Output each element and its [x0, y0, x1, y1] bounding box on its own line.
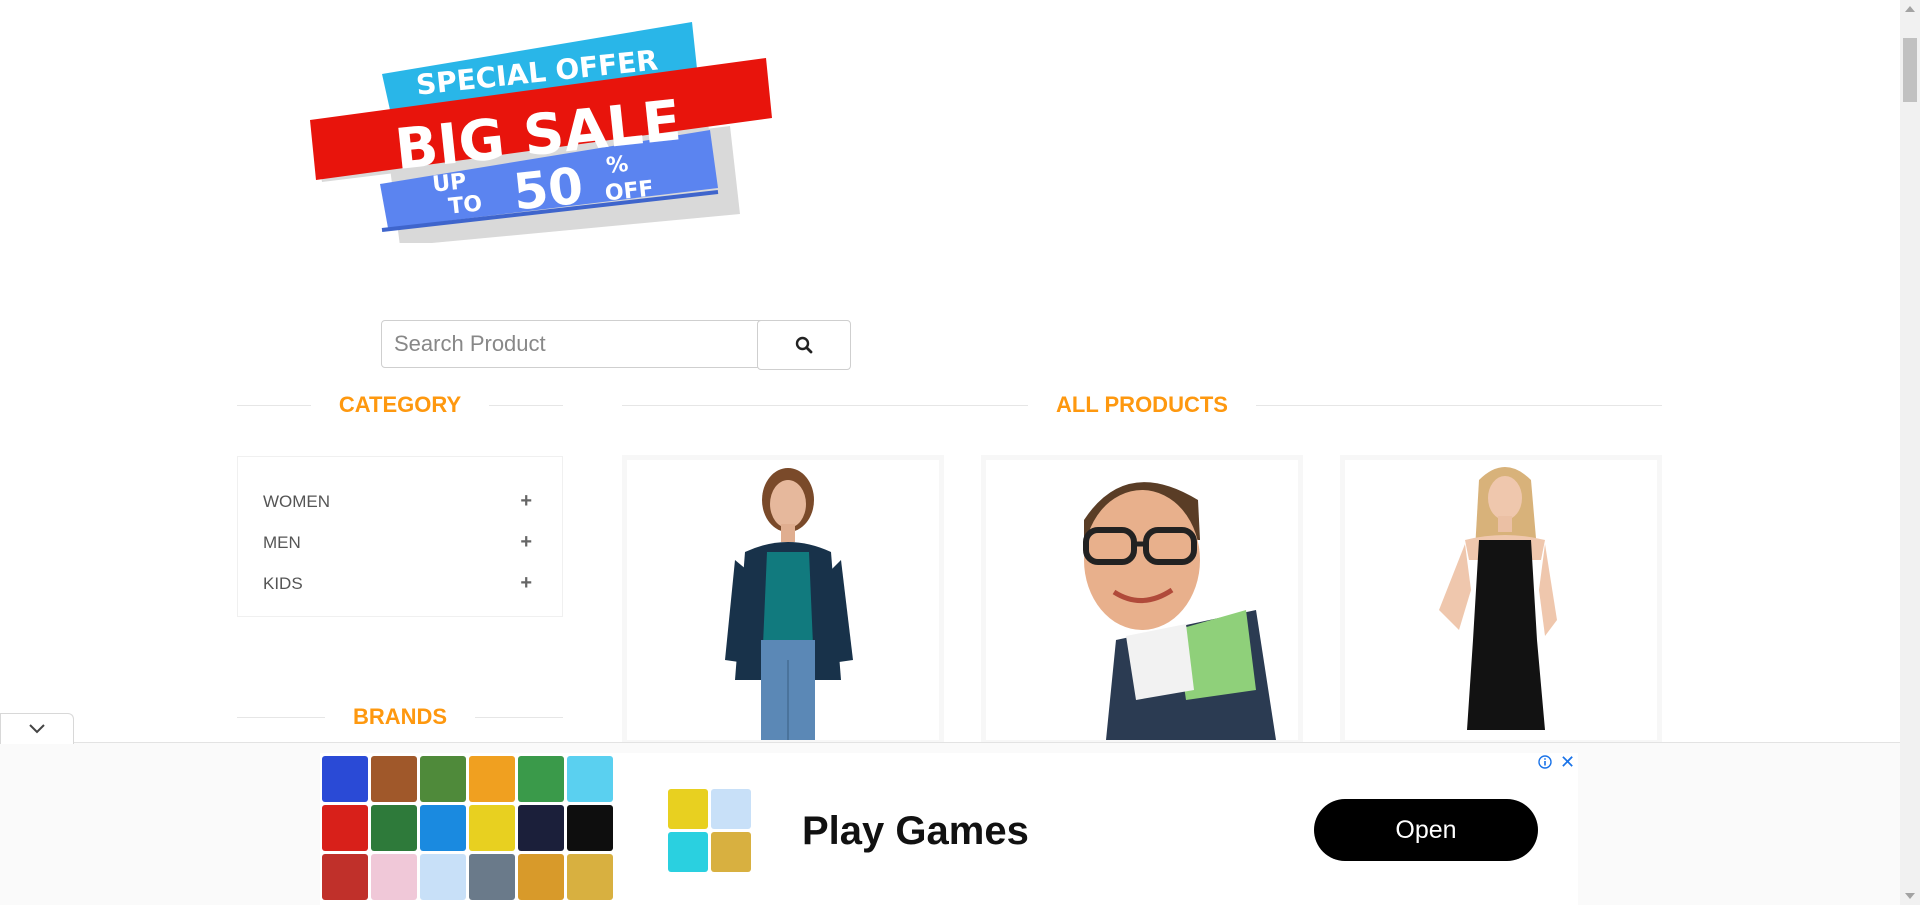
ad-content[interactable]: Play Games Open ✕ [320, 753, 1578, 905]
among-us-game-icon [322, 805, 368, 851]
monopoly-game-icon [371, 805, 417, 851]
game-icon-grid [322, 756, 616, 904]
princess-game-icon [567, 756, 613, 802]
tiles-game-icon [518, 805, 564, 851]
product-card[interactable] [1340, 455, 1662, 745]
elsa-game-icon [420, 854, 466, 900]
anime-game-icon [371, 854, 417, 900]
heading-divider [237, 404, 311, 406]
all-products-title: ALL PRODUCTS [1056, 392, 1228, 417]
pokeball-game-icon [322, 756, 368, 802]
plus-icon[interactable]: + [520, 572, 532, 595]
search-bar [381, 320, 851, 370]
puzzle-game-icon [711, 832, 751, 872]
category-label: KIDS [263, 573, 303, 593]
product-image [627, 460, 939, 740]
page-scrollbar[interactable] [1900, 0, 1920, 905]
chevron-down-icon [29, 724, 45, 734]
ad-headline: Play Games [802, 809, 1029, 853]
ad-collapse-button[interactable] [0, 713, 74, 744]
scroll-down-arrow-icon[interactable] [1905, 893, 1915, 899]
search-input[interactable] [381, 320, 763, 368]
puzzle-game-icon [567, 854, 613, 900]
heading-divider [489, 404, 564, 406]
category-label: MEN [263, 532, 301, 552]
plus-icon[interactable]: + [520, 531, 532, 554]
product-card[interactable] [622, 455, 944, 745]
page: SPECIAL OFFER BIG SALE UP TO 50 % OFF CA… [0, 0, 1900, 905]
virus-game-icon [668, 789, 708, 829]
elsa-game-icon [711, 789, 751, 829]
category-item-men[interactable]: MEN + [238, 522, 562, 563]
category-heading: CATEGORY [237, 392, 564, 418]
scroll-up-arrow-icon[interactable] [1905, 6, 1915, 12]
heading-divider [475, 716, 563, 718]
banner-off: OFF [604, 177, 655, 207]
virus-game-icon [469, 805, 515, 851]
clash-game-icon [518, 854, 564, 900]
category-item-women[interactable]: WOMEN + [238, 481, 562, 522]
plus-icon[interactable]: + [520, 490, 532, 513]
heading-divider [237, 716, 325, 718]
ad-banner: Play Games Open ✕ [0, 742, 1900, 905]
category-panel: WOMEN + MEN + KIDS + [237, 456, 563, 617]
fortnite-game-icon [469, 854, 515, 900]
product-image [1345, 460, 1657, 740]
scroll-thumb[interactable] [1903, 38, 1917, 102]
heading-divider [622, 404, 1029, 406]
runner-game-icon [518, 756, 564, 802]
fish-game-icon [420, 805, 466, 851]
all-products-heading: ALL PRODUCTS [622, 392, 1662, 418]
brands-title: BRANDS [352, 704, 448, 729]
dino-game-icon [322, 854, 368, 900]
info-icon[interactable] [1538, 755, 1552, 769]
sale-banner-graphic: SPECIAL OFFER BIG SALE UP TO 50 % OFF [310, 22, 772, 246]
geometry-game-icon [668, 832, 708, 872]
banner-number: 50 [511, 157, 586, 222]
category-title: CATEGORY [338, 392, 462, 417]
category-item-kids[interactable]: KIDS + [238, 563, 562, 604]
banner-percent: % [605, 152, 630, 179]
ad-open-button[interactable]: Open [1314, 799, 1538, 861]
product-image [986, 460, 1298, 740]
minecraft-game-icon [420, 756, 466, 802]
product-card[interactable] [981, 455, 1303, 745]
banner-to: TO [447, 191, 483, 219]
search-button[interactable] [757, 320, 851, 370]
sale-banner[interactable]: SPECIAL OFFER BIG SALE UP TO 50 % OFF [300, 18, 800, 246]
search-icon [795, 336, 813, 354]
coin-game-icon [371, 756, 417, 802]
category-label: WOMEN [263, 491, 331, 511]
brands-heading: BRANDS [237, 704, 563, 730]
close-icon[interactable]: ✕ [1560, 753, 1575, 771]
subway-game-icon [469, 756, 515, 802]
heading-divider [1255, 404, 1662, 406]
ad-mini-icons [668, 789, 752, 873]
roblox-game-icon [567, 805, 613, 851]
